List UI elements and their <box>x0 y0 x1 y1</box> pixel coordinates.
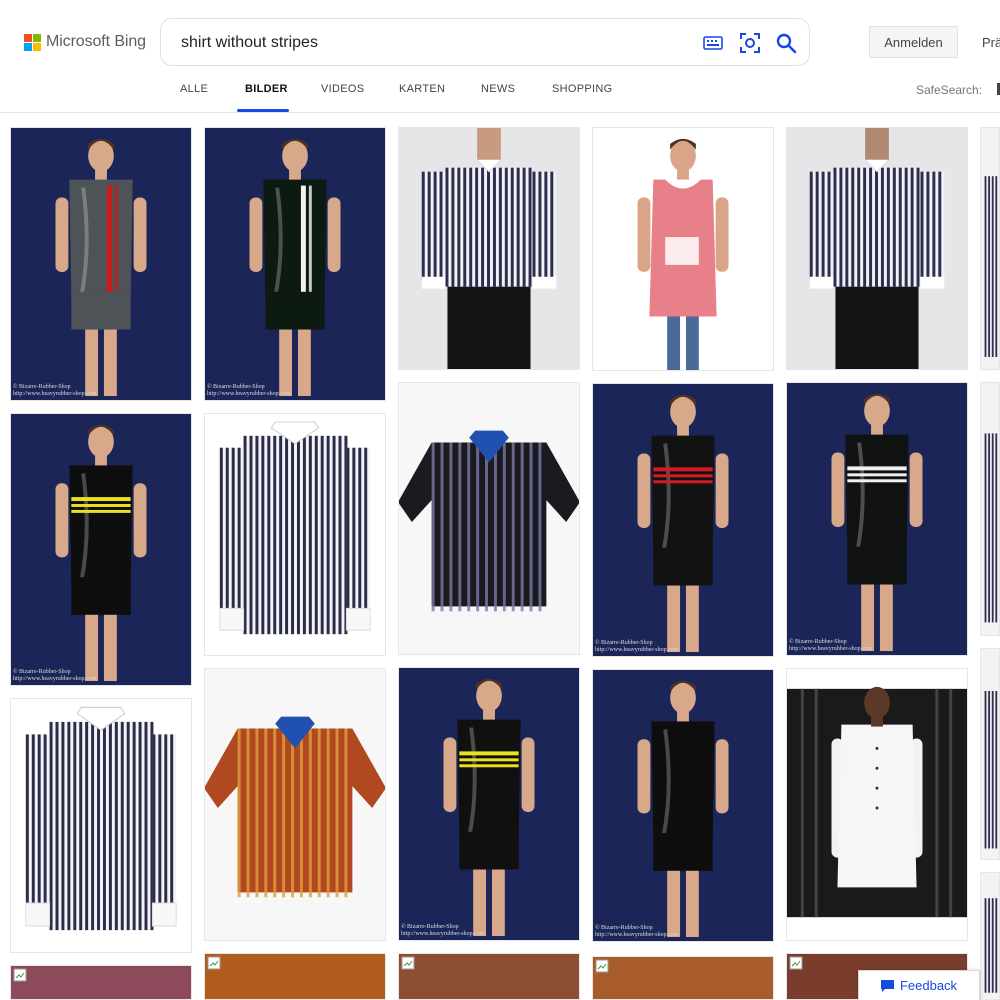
image-result[interactable] <box>980 382 1000 636</box>
image-watermark: © Bizarre-Rubber-Shop http://www.heavyrub… <box>595 640 678 654</box>
watermark-line: http://www.heavyrubber-shop.com <box>207 391 291 397</box>
image-result[interactable]: © Bizarre-Rubber-Shop http://www.heavyrub… <box>10 413 192 686</box>
image-result[interactable] <box>10 698 192 953</box>
microsoft-logo-icon <box>24 33 41 51</box>
image-result[interactable] <box>786 127 968 370</box>
image-result[interactable] <box>786 668 968 941</box>
image-result[interactable] <box>980 127 1000 370</box>
image-result[interactable] <box>398 382 580 655</box>
tab-images[interactable]: BILDER <box>245 83 288 95</box>
image-watermark: © Bizarre-Rubber-Shop http://www.heavyrub… <box>13 384 96 398</box>
search-input[interactable] <box>181 31 681 55</box>
watermark-line: http://www.heavyrubber-shop.com <box>595 647 679 653</box>
preferences-link[interactable]: Prä <box>982 35 1000 50</box>
logo-tile <box>33 42 41 51</box>
page: Microsoft Bing Anmelden Prä ALLE BILDER … <box>0 0 1000 1000</box>
active-tab-indicator <box>237 109 289 112</box>
logo-tile <box>24 33 32 42</box>
broken-image-icon <box>401 956 415 970</box>
watermark-line: http://www.heavyrubber-shop.com <box>595 932 679 938</box>
tab-news[interactable]: NEWS <box>481 83 515 95</box>
watermark-line: © Bizarre-Rubber-Shop <box>595 640 653 646</box>
visual-search-icon[interactable] <box>738 31 762 55</box>
search-icon[interactable] <box>774 31 798 55</box>
image-result[interactable] <box>204 668 386 941</box>
watermark-line: © Bizarre-Rubber-Shop <box>595 925 653 931</box>
image-watermark: © Bizarre-Rubber-Shop http://www.heavyrub… <box>789 639 872 653</box>
watermark-line: © Bizarre-Rubber-Shop <box>789 639 847 645</box>
image-result[interactable] <box>398 127 580 370</box>
tab-videos[interactable]: VIDEOS <box>321 83 364 95</box>
watermark-line: http://www.heavyrubber-shop.com <box>13 391 97 397</box>
image-result[interactable]: © Bizarre-Rubber-Shop http://www.heavyrub… <box>10 127 192 401</box>
watermark-line: http://www.heavyrubber-shop.com <box>13 676 97 682</box>
search-box <box>160 18 810 66</box>
watermark-line: http://www.heavyrubber-shop.com <box>401 931 485 937</box>
image-result[interactable]: © Bizarre-Rubber-Shop http://www.heavyrub… <box>592 383 774 657</box>
safesearch-label[interactable]: SafeSearch: <box>916 83 982 97</box>
image-watermark: © Bizarre-Rubber-Shop http://www.heavyrub… <box>13 669 96 683</box>
image-result-placeholder[interactable] <box>204 953 386 1000</box>
brand-name: Microsoft Bing <box>46 33 146 50</box>
watermark-line: http://www.heavyrubber-shop.com <box>789 646 873 652</box>
image-watermark: © Bizarre-Rubber-Shop http://www.heavyrub… <box>595 925 678 939</box>
image-result[interactable]: © Bizarre-Rubber-Shop http://www.heavyrub… <box>398 667 580 941</box>
keyboard-icon[interactable] <box>701 31 725 55</box>
image-result-placeholder[interactable] <box>398 953 580 1000</box>
image-watermark: © Bizarre-Rubber-Shop http://www.heavyrub… <box>401 924 484 938</box>
search-tabs: ALLE BILDER VIDEOS KARTEN NEWS SHOPPING <box>0 72 1000 112</box>
image-result[interactable] <box>204 413 386 656</box>
feedback-button[interactable]: Feedback <box>858 970 980 1000</box>
image-result[interactable] <box>980 648 1000 860</box>
watermark-line: © Bizarre-Rubber-Shop <box>13 384 71 390</box>
image-results-grid: © Bizarre-Rubber-Shop http://www.heavyrub… <box>0 113 1000 1000</box>
watermark-line: © Bizarre-Rubber-Shop <box>13 669 71 675</box>
broken-image-icon <box>207 956 221 970</box>
image-result[interactable] <box>980 872 1000 1000</box>
tab-all[interactable]: ALLE <box>180 83 208 95</box>
tab-shopping[interactable]: SHOPPING <box>552 83 612 95</box>
broken-image-icon <box>789 956 803 970</box>
watermark-line: © Bizarre-Rubber-Shop <box>401 924 459 930</box>
image-result[interactable]: © Bizarre-Rubber-Shop http://www.heavyrub… <box>204 127 386 401</box>
tab-maps[interactable]: KARTEN <box>399 83 445 95</box>
image-result[interactable] <box>592 127 774 371</box>
broken-image-icon <box>13 968 27 982</box>
image-result[interactable]: © Bizarre-Rubber-Shop http://www.heavyrub… <box>592 669 774 942</box>
watermark-line: © Bizarre-Rubber-Shop <box>207 384 265 390</box>
image-result-placeholder[interactable] <box>10 965 192 1000</box>
logo-tile <box>24 42 32 51</box>
image-result[interactable]: © Bizarre-Rubber-Shop http://www.heavyrub… <box>786 382 968 656</box>
header: Microsoft Bing Anmelden Prä ALLE BILDER … <box>0 0 1000 113</box>
broken-image-icon <box>595 959 609 973</box>
image-watermark: © Bizarre-Rubber-Shop http://www.heavyrub… <box>207 384 290 398</box>
sign-in-button[interactable]: Anmelden <box>869 26 958 58</box>
feedback-icon <box>880 979 894 992</box>
feedback-label: Feedback <box>899 978 958 993</box>
image-result-placeholder[interactable] <box>592 956 774 1000</box>
bing-logo[interactable]: Microsoft Bing <box>24 33 146 51</box>
logo-tile <box>33 33 41 42</box>
